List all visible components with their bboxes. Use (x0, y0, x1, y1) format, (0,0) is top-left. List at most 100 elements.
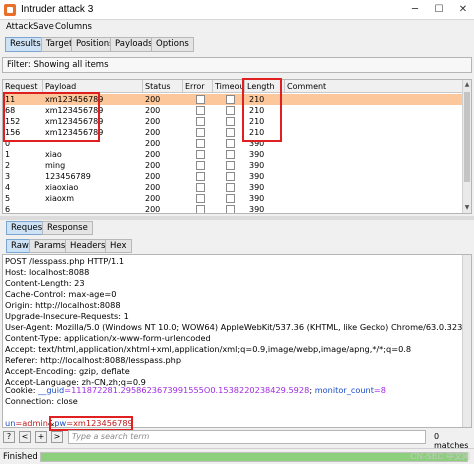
table-row[interactable]: 2 ming 200 390 (3, 160, 463, 171)
table-header: Request Payload Status Error Timeout Len… (3, 80, 463, 93)
table-row[interactable]: 0 200 390 (3, 138, 463, 149)
cell-payload: ming (45, 161, 66, 170)
cell-length: 390 (249, 194, 265, 203)
menu-save[interactable]: Save (33, 22, 54, 32)
cell-payload: xiaoxm (45, 194, 75, 203)
error-checkbox (196, 95, 205, 104)
cell-payload: xm123456789 (45, 95, 104, 104)
cell-status: 200 (145, 128, 161, 137)
timeout-checkbox (226, 95, 235, 104)
maximize-button[interactable]: ☐ (428, 2, 450, 18)
request-line: User-Agent: Mozilla/5.0 (Windows NT 10.0… (5, 322, 471, 332)
cell-payload (43, 138, 45, 149)
cell-length: 390 (249, 161, 265, 170)
menu-attack[interactable]: Attack (6, 22, 33, 32)
request-line: Content-Type: application/x-www-form-url… (5, 333, 211, 343)
watermark-logo: CN-SEC 中文网 (410, 452, 470, 461)
search-input[interactable]: Type a search term (68, 430, 426, 444)
search-next-button[interactable]: > (51, 431, 63, 443)
cell-request: 3 (5, 172, 11, 181)
error-checkbox (196, 172, 205, 181)
cell-length: 390 (249, 205, 265, 214)
table-row[interactable]: 6 200 390 (3, 204, 463, 214)
table-row[interactable]: 4 xiaoxiao 200 390 (3, 182, 463, 193)
error-checkbox (196, 117, 205, 126)
timeout-checkbox (226, 117, 235, 126)
timeout-checkbox (226, 150, 235, 159)
column-header-comment[interactable]: Comment (285, 80, 463, 93)
scroll-down-icon[interactable]: ▼ (463, 204, 471, 212)
cell-length: 390 (249, 183, 265, 192)
cell-length: 390 (249, 150, 265, 159)
column-header-length[interactable]: Length (245, 80, 285, 93)
scrollbar-thumb[interactable] (464, 92, 470, 182)
error-checkbox (196, 150, 205, 159)
cell-request: 0 (5, 139, 11, 148)
cell-payload: xm123456789 (45, 128, 104, 137)
message-tab-bar: Request Response (0, 221, 474, 235)
cell-status: 200 (145, 95, 161, 104)
error-checkbox (196, 139, 205, 148)
cell-status: 200 (145, 117, 161, 126)
status-text: Finished (3, 452, 38, 462)
cell-request: 152 (5, 117, 21, 126)
table-row[interactable]: 3 123456789 200 390 (3, 171, 463, 182)
timeout-checkbox (226, 205, 235, 213)
split-pane-divider[interactable] (0, 216, 474, 220)
cookie-prefix: Cookie: (5, 385, 39, 395)
help-button[interactable]: ? (3, 431, 15, 443)
cell-length: 390 (249, 139, 265, 148)
cookie-value-monitor: =8 (373, 385, 386, 395)
tab-headers[interactable]: Headers (65, 239, 111, 253)
cell-request: 4 (5, 183, 11, 192)
search-bar: ? < + > Type a search term 0 matches (0, 430, 474, 450)
table-row[interactable]: 1 xiao 200 390 (3, 149, 463, 160)
cell-status: 200 (145, 205, 161, 214)
body-value-un: =admin (15, 418, 48, 428)
column-header-status[interactable]: Status (143, 80, 183, 93)
request-line: Origin: http://localhost:8088 (5, 300, 121, 310)
tab-hex[interactable]: Hex (105, 239, 132, 253)
table-row[interactable]: 11 xm123456789 200 210 (3, 94, 463, 105)
column-header-payload[interactable]: Payload (43, 80, 143, 93)
tab-options[interactable]: Options (151, 37, 194, 52)
error-checkbox (196, 128, 205, 137)
table-row[interactable]: 156 xm123456789 200 210 (3, 127, 463, 138)
cell-request: 5 (5, 194, 11, 203)
cookie-value-guid: =111872281.2958623673991555O0.1538220238… (64, 385, 310, 395)
table-scrollbar[interactable]: ▲ ▼ (462, 80, 471, 213)
menu-columns[interactable]: Columns (55, 22, 92, 32)
connection-line: Connection: close (5, 396, 78, 406)
table-row[interactable]: 68 xm123456789 200 210 (3, 105, 463, 116)
cell-length: 210 (249, 106, 265, 115)
search-add-button[interactable]: + (35, 431, 47, 443)
results-table: Request Payload Status Error Timeout Len… (2, 79, 472, 214)
results-filter-bar[interactable]: Filter: Showing all items (2, 57, 472, 73)
close-button[interactable]: ✕ (452, 2, 474, 18)
body-param-pw: pw (54, 418, 67, 428)
cell-request: 2 (5, 161, 11, 170)
error-checkbox (196, 106, 205, 115)
body-param-un: un (5, 418, 16, 428)
burp-app-icon (4, 4, 16, 16)
error-checkbox (196, 194, 205, 203)
request-line: Host: localhost:8088 (5, 267, 90, 277)
cell-payload: 123456789 (45, 172, 91, 181)
minimize-button[interactable]: ─ (404, 2, 426, 18)
column-header-request[interactable]: Request (3, 80, 43, 93)
tab-results[interactable]: Results (5, 37, 46, 52)
request-line: POST /lesspass.php HTTP/1.1 (5, 256, 125, 266)
cookie-key-guid: __guid (38, 385, 65, 395)
cell-status: 200 (145, 106, 161, 115)
table-row[interactable]: 5 xiaoxm 200 390 (3, 193, 463, 204)
request-editor[interactable]: POST /lesspass.php HTTP/1.1 Host: localho… (2, 254, 472, 428)
column-header-error[interactable]: Error (183, 80, 213, 93)
scroll-up-icon[interactable]: ▲ (463, 81, 471, 89)
cell-status: 200 (145, 139, 161, 148)
table-row[interactable]: 152 xm123456789 200 210 (3, 116, 463, 127)
tab-response[interactable]: Response (42, 221, 93, 235)
editor-scrollbar[interactable] (462, 255, 471, 427)
column-header-timeout[interactable]: Timeout (213, 80, 245, 93)
error-checkbox (196, 183, 205, 192)
search-prev-button[interactable]: < (19, 431, 31, 443)
